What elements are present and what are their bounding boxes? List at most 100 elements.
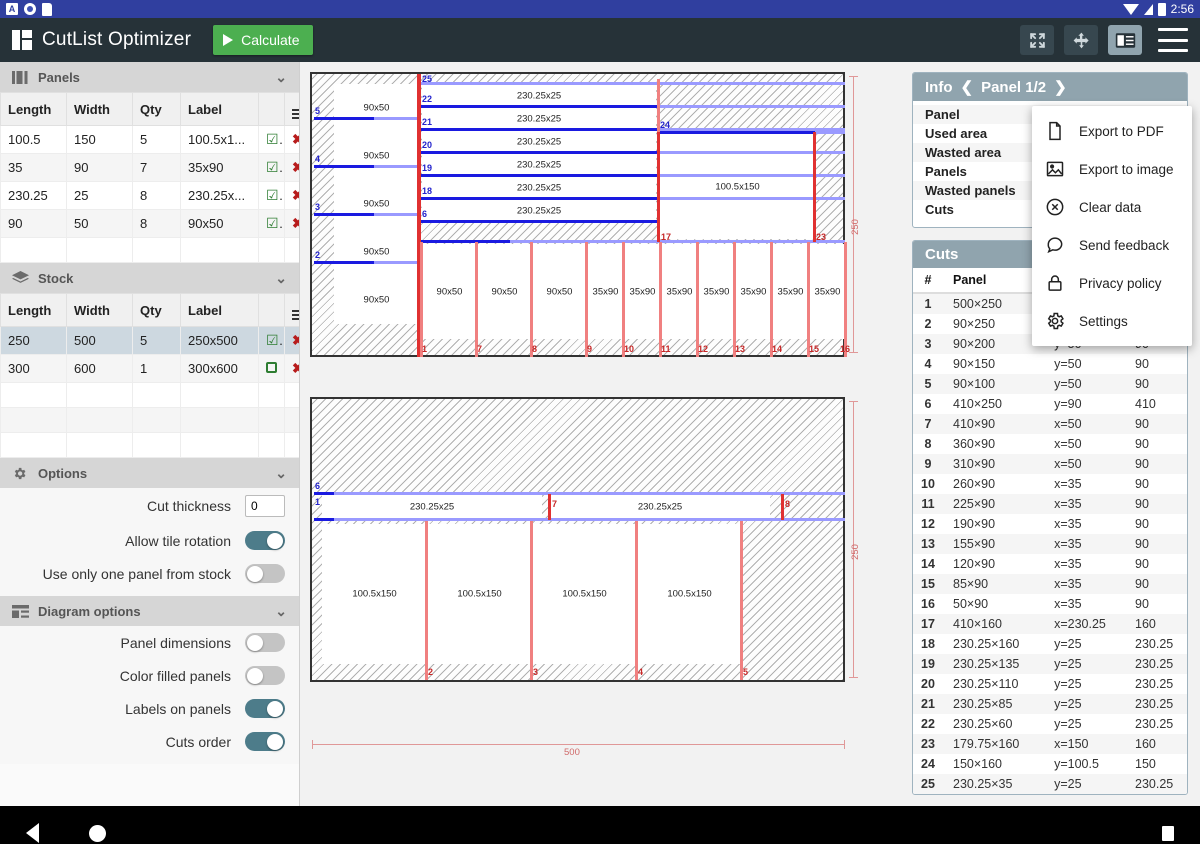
cut-line-h <box>658 174 845 177</box>
menu-item-send-feedback[interactable]: Send feedback <box>1032 226 1192 264</box>
section-header-stock[interactable]: Stock ⌄ <box>0 263 299 293</box>
toggle-switch[interactable] <box>245 531 285 550</box>
table-row[interactable]: 3590735x90☑✖ <box>1 154 301 182</box>
cut-dim: 90 <box>1123 494 1187 514</box>
toggle-switch[interactable] <box>245 732 285 751</box>
back-icon[interactable] <box>26 823 39 843</box>
row-enabled-checkbox[interactable]: ☑ <box>266 187 285 203</box>
option-cut-thickness: Cut thickness <box>0 488 299 524</box>
cut-line-h <box>314 165 374 168</box>
row-enabled-checkbox[interactable]: ☑ <box>266 332 285 348</box>
table-row[interactable]: 2505005250x500☑✖ <box>1 327 301 355</box>
row-enabled-checkbox[interactable]: ☑ <box>266 131 285 147</box>
panel-tile-label: 90x50 <box>437 286 463 297</box>
table-row[interactable]: 6410×250y=90410 <box>913 394 1187 414</box>
delete-row-icon[interactable]: ✖ <box>292 332 300 348</box>
cut-panel: 230.25×85 <box>943 694 1038 714</box>
cut-dim: 230.25 <box>1123 694 1187 714</box>
overflow-menu[interactable]: Export to PDFExport to imageClear dataSe… <box>1032 106 1192 346</box>
table-row[interactable]: 19230.25×135y=25230.25 <box>913 654 1187 674</box>
table-row[interactable]: 10260×90x=3590 <box>913 474 1187 494</box>
table-row[interactable]: 17410×160x=230.25160 <box>913 614 1187 634</box>
table-row[interactable]: 22230.25×60y=25230.25 <box>913 714 1187 734</box>
table-row[interactable]: 230.25258230.25x...☑✖ <box>1 182 301 210</box>
section-header-options[interactable]: Options ⌄ <box>0 458 299 488</box>
home-icon[interactable] <box>89 825 106 842</box>
section-header-panels[interactable]: Panels ⌄ <box>0 62 299 92</box>
row-enabled-checkbox[interactable]: ☑ <box>266 159 285 175</box>
table-row[interactable]: 20230.25×110y=25230.25 <box>913 674 1187 694</box>
cut-order-number: 24 <box>660 120 670 130</box>
table-row[interactable]: 490×150y=5090 <box>913 354 1187 374</box>
table-row[interactable]: 12190×90x=3590 <box>913 514 1187 534</box>
cut-position: x=35 <box>1038 594 1123 614</box>
table-row[interactable]: 7410×90x=5090 <box>913 414 1187 434</box>
toggle-switch[interactable] <box>245 564 285 583</box>
sheet-2-height-label: 250 <box>850 544 861 560</box>
menu-item-export-to-pdf[interactable]: Export to PDF <box>1032 112 1192 150</box>
stock-menu-icon[interactable] <box>285 294 301 327</box>
play-icon <box>223 34 233 46</box>
chevron-down-icon[interactable]: ⌄ <box>275 270 287 287</box>
menu-item-export-to-image[interactable]: Export to image <box>1032 150 1192 188</box>
table-row[interactable]: 18230.25×160y=25230.25 <box>913 634 1187 654</box>
menu-item-settings[interactable]: Settings <box>1032 302 1192 340</box>
table-row[interactable]: 24150×160y=100.5150 <box>913 754 1187 774</box>
table-row[interactable]: 25230.25×35y=25230.25 <box>913 774 1187 794</box>
panel-tile-label: 100.5x150 <box>352 589 396 600</box>
info-pager: Panel 1/2 <box>981 79 1046 96</box>
table-row[interactable]: 8360×90x=5090 <box>913 434 1187 454</box>
delete-row-icon[interactable]: ✖ <box>292 360 300 376</box>
cut-index: 4 <box>913 354 943 374</box>
table-row[interactable]: 13155×90x=3590 <box>913 534 1187 554</box>
table-row[interactable] <box>1 433 301 458</box>
delete-row-icon[interactable]: ✖ <box>292 159 300 175</box>
fullscreen-icon[interactable] <box>1020 25 1054 55</box>
move-icon[interactable] <box>1064 25 1098 55</box>
table-row[interactable]: 11225×90x=3590 <box>913 494 1187 514</box>
row-enabled-checkbox[interactable] <box>266 362 277 373</box>
recent-apps-icon[interactable] <box>1162 826 1174 841</box>
table-row[interactable]: 23179.75×160x=150160 <box>913 734 1187 754</box>
toggle-switch[interactable] <box>245 699 285 718</box>
table-row[interactable]: 590×100y=5090 <box>913 374 1187 394</box>
table-row[interactable]: 21230.25×85y=25230.25 <box>913 694 1187 714</box>
menu-item-privacy-policy[interactable]: Privacy policy <box>1032 264 1192 302</box>
option-row: Use only one panel from stock <box>0 557 299 590</box>
menu-item-clear-data[interactable]: Clear data <box>1032 188 1192 226</box>
table-row[interactable]: 9310×90x=5090 <box>913 454 1187 474</box>
table-row[interactable]: 9050890x50☑✖ <box>1 210 301 238</box>
chevron-down-icon[interactable]: ⌄ <box>275 69 287 86</box>
panel-toggle-icon[interactable] <box>1108 25 1142 55</box>
toggle-switch[interactable] <box>245 633 285 652</box>
chevron-down-icon[interactable]: ⌄ <box>275 465 287 482</box>
delete-row-icon[interactable]: ✖ <box>292 187 300 203</box>
table-row[interactable]: 14120×90x=3590 <box>913 554 1187 574</box>
table-row[interactable] <box>1 238 301 263</box>
cut-index: 24 <box>913 754 943 774</box>
table-row[interactable]: 100.51505100.5x1...☑✖ <box>1 126 301 154</box>
chevron-down-icon[interactable]: ⌄ <box>275 603 287 620</box>
chevron-left-icon[interactable]: ❮ <box>961 78 974 96</box>
table-row[interactable]: 3006001300x600✖ <box>1 355 301 383</box>
row-enabled-checkbox[interactable]: ☑ <box>266 215 285 231</box>
panels-menu-icon[interactable] <box>285 93 301 126</box>
hamburger-menu-icon[interactable] <box>1158 28 1188 52</box>
delete-row-icon[interactable]: ✖ <box>292 131 300 147</box>
cut-thickness-input[interactable] <box>245 495 285 517</box>
toggle-switch[interactable] <box>245 666 285 685</box>
table-row[interactable] <box>1 408 301 433</box>
diagram-canvas[interactable]: 90x5090x5090x5090x5090x50230.25x25230.25… <box>300 62 900 806</box>
section-header-diagram-options[interactable]: Diagram options ⌄ <box>0 596 299 626</box>
table-row[interactable] <box>1 383 301 408</box>
panel-tile-label: 230.25x25 <box>517 159 561 170</box>
cut-order-number: 9 <box>587 344 592 354</box>
delete-row-icon[interactable]: ✖ <box>292 215 300 231</box>
calculate-button[interactable]: Calculate <box>213 25 313 55</box>
chevron-right-icon[interactable]: ❯ <box>1054 78 1067 96</box>
table-row[interactable]: 1585×90x=3590 <box>913 574 1187 594</box>
sheet-2[interactable]: 230.25x25230.25x25100.5x150100.5x150100.… <box>310 397 845 682</box>
table-row[interactable]: 1650×90x=3590 <box>913 594 1187 614</box>
cell-label: 90x50 <box>181 210 259 238</box>
sheet-1[interactable]: 90x5090x5090x5090x5090x50230.25x25230.25… <box>310 72 845 357</box>
